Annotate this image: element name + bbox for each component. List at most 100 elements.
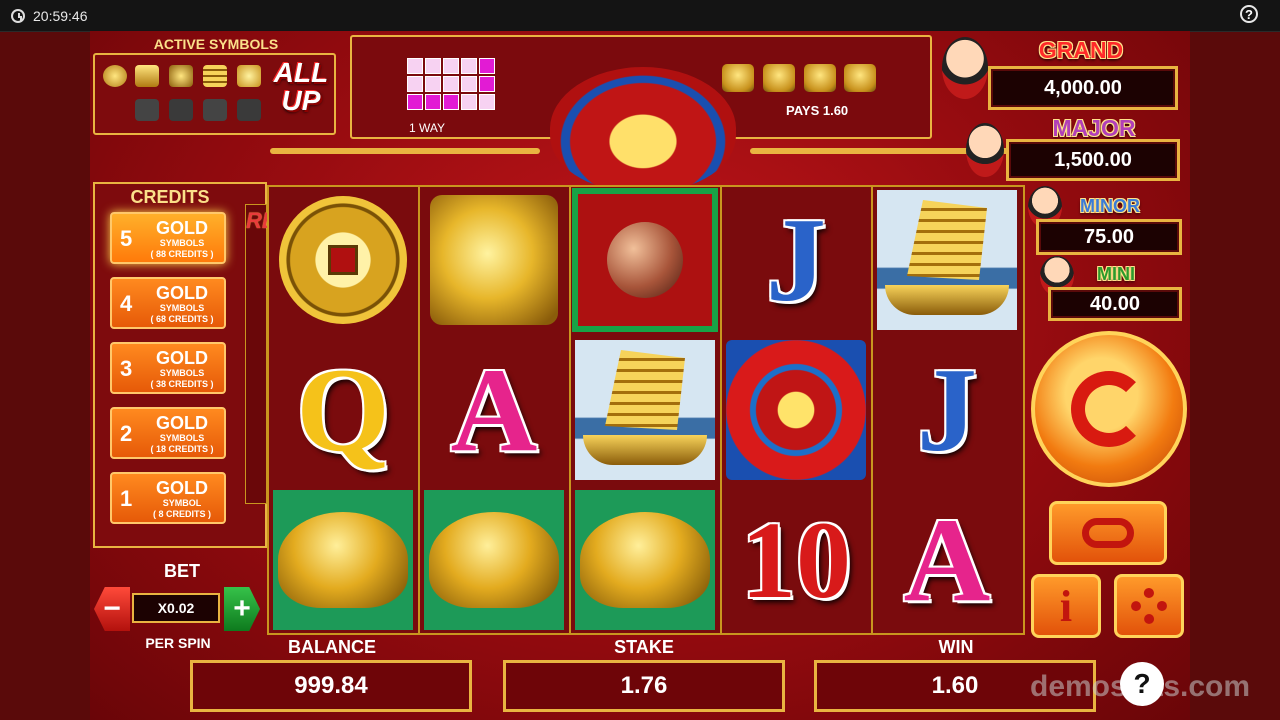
mini-label: MINI <box>1097 264 1135 284</box>
watermark-help-icon[interactable]: ? <box>1120 662 1164 706</box>
turtle-icon <box>273 490 413 630</box>
autoplay-button[interactable] <box>1049 501 1167 565</box>
card-symbol-A: A <box>873 487 1021 633</box>
mini-value: 40.00 <box>1048 287 1182 321</box>
coin-hole <box>328 245 358 275</box>
credit-option-symbols: SYMBOLS <box>159 368 205 378</box>
ways-grid-cell <box>461 76 477 92</box>
gong-symbol <box>571 187 719 333</box>
spin-icon <box>1071 371 1147 447</box>
major-value: 1,500.00 <box>1006 139 1180 181</box>
info-label: i <box>1059 581 1073 631</box>
balance-label: BALANCE <box>288 637 376 657</box>
credit-option-credits: ( 18 CREDITS ) <box>150 444 214 454</box>
fu-symbol <box>722 337 870 483</box>
credit-option-4[interactable]: 4 GOLD SYMBOLS( 68 CREDITS ) <box>110 277 226 329</box>
coin-symbol <box>269 187 417 333</box>
per-spin-label: PER SPIN <box>145 635 211 651</box>
phoenix-icon <box>430 195 558 325</box>
ship-symbol-icon <box>203 65 227 87</box>
autoplay-icon <box>1082 518 1134 548</box>
clock-icon <box>11 8 25 23</box>
ways-grid-cell <box>461 58 477 74</box>
info-button[interactable]: i <box>1031 574 1101 638</box>
turtle-icon <box>575 490 715 630</box>
credit-option-gold: GOLD <box>156 218 208 238</box>
grand-label: GRAND <box>1038 37 1124 63</box>
credits-title: CREDITS <box>130 187 210 207</box>
credit-option-1[interactable]: 1 GOLD SYMBOL( 8 CREDITS ) <box>110 472 226 524</box>
ship-sail <box>907 200 987 280</box>
clock-time: 20:59:46 <box>33 7 88 24</box>
card-symbol-Q: Q <box>269 337 417 483</box>
coin-symbol-icon <box>103 65 127 87</box>
turtle-inactive-icon <box>169 99 193 121</box>
ways-grid-cell <box>479 58 495 74</box>
turtle-symbol <box>571 487 719 633</box>
card-letter: J <box>766 193 826 326</box>
credit-option-symbols: SYMBOLS <box>159 238 205 248</box>
credit-option-num: 5 <box>120 226 133 251</box>
turtle-symbol-icon <box>169 65 193 87</box>
phoenix-symbol-icon <box>237 65 261 87</box>
grand-value: 4,000.00 <box>988 66 1178 110</box>
card-symbol-10: 10 <box>722 487 870 633</box>
ship-symbol <box>571 337 719 483</box>
phoenix-symbol <box>420 187 568 333</box>
gear-icon <box>1131 588 1167 624</box>
urn-inactive-icon <box>135 99 159 121</box>
card-symbol-J: J <box>722 187 870 333</box>
turtle-symbol <box>269 487 417 633</box>
ways-grid-cell <box>425 58 441 74</box>
ways-grid-cell <box>443 94 459 110</box>
coin-icon <box>279 196 407 324</box>
way-label: 1 WAY <box>409 121 446 135</box>
credit-option-gold: GOLD <box>156 413 208 433</box>
credit-option-symbols: SYMBOLS <box>159 303 205 313</box>
ways-grid-cell <box>443 58 459 74</box>
ways-grid-cell <box>407 76 423 92</box>
bet-label: BET <box>164 561 200 581</box>
turtle-mini-icon <box>722 64 754 92</box>
reel-ways-label: REELWAYS <box>245 204 367 504</box>
credit-option-credits: ( 8 CREDITS ) <box>152 509 211 519</box>
turtle-symbol <box>420 487 568 633</box>
card-symbol-A: A <box>420 337 568 483</box>
settings-button[interactable] <box>1114 574 1184 638</box>
treasure-bowl-icon <box>550 67 736 191</box>
credit-option-3[interactable]: 3 GOLD SYMBOLS( 38 CREDITS ) <box>110 342 226 394</box>
card-letter: A <box>450 343 538 476</box>
card-letter: Q <box>296 343 390 476</box>
credit-option-credits: ( 68 CREDITS ) <box>150 314 214 324</box>
spin-button[interactable] <box>1031 331 1187 487</box>
major-label: MAJOR <box>1052 115 1136 141</box>
ways-grid-cell <box>479 76 495 92</box>
gong-icon <box>572 188 718 332</box>
ways-grid-cell <box>443 76 459 92</box>
fu-icon <box>726 340 866 480</box>
fortune-kid-icon <box>942 37 988 99</box>
status-bar: 20:59:46 ? <box>0 0 1280 32</box>
bet-increase-button[interactable]: + <box>224 587 260 631</box>
ways-grid-cell <box>479 94 495 110</box>
credit-option-num: 1 <box>120 486 133 511</box>
ship-hull <box>885 285 1009 315</box>
ship-icon <box>877 190 1017 330</box>
turtle-body <box>580 512 710 608</box>
credit-option-credits: ( 88 CREDITS ) <box>150 249 214 259</box>
credit-option-num: 3 <box>120 356 133 381</box>
slot-game: ACTIVE SYMBOLS ALL UP 1 WAY PAYS 1.60 GR… <box>90 31 1190 720</box>
ornament-left <box>270 148 540 154</box>
credit-option-5[interactable]: 5 GOLD SYMBOLS( 88 CREDITS ) <box>110 212 226 264</box>
credit-option-2[interactable]: 2 GOLD SYMBOLS( 18 CREDITS ) <box>110 407 226 459</box>
ways-grid-cell <box>461 94 477 110</box>
help-icon[interactable]: ? <box>1240 5 1258 23</box>
ways-grid-cell <box>407 58 423 74</box>
credit-option-credits: ( 38 CREDITS ) <box>150 379 214 389</box>
reel-grid: J Q A J 10 A <box>267 185 1025 635</box>
active-symbols-title: ACTIVE SYMBOLS <box>153 36 279 52</box>
bet-decrease-button[interactable]: − <box>94 587 130 631</box>
card-letter: A <box>903 493 991 626</box>
stake-label: STAKE <box>614 637 674 657</box>
turtle-mini-icon <box>804 64 836 92</box>
